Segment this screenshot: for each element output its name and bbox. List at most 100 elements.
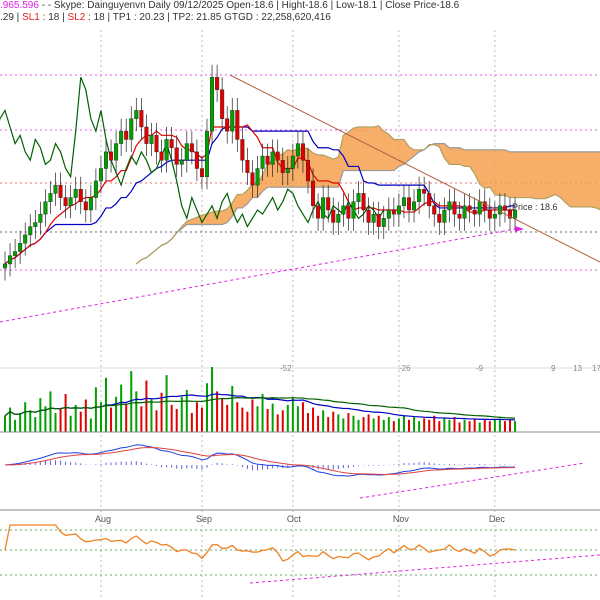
volume-bar xyxy=(382,419,385,432)
volume-bar xyxy=(322,410,325,432)
month-label: Sep xyxy=(196,514,212,524)
candle-body xyxy=(366,209,371,223)
volume-bar xyxy=(377,415,380,432)
volume-bar xyxy=(372,418,375,432)
volume-bar xyxy=(266,408,269,432)
volume-bar xyxy=(120,384,123,432)
volume-bar xyxy=(509,419,511,432)
candle-body xyxy=(43,201,48,215)
volume-bar xyxy=(221,398,224,432)
volume-bar xyxy=(175,408,178,432)
volume-bar xyxy=(448,419,451,432)
candle-body xyxy=(285,168,290,173)
volume-bar xyxy=(498,418,501,432)
candle-body xyxy=(386,209,391,219)
candle-body xyxy=(417,189,422,202)
candle-body xyxy=(114,143,119,161)
candle-body xyxy=(245,159,250,173)
volume-bar xyxy=(402,415,405,432)
volume-bar xyxy=(54,413,57,432)
candle-body xyxy=(351,201,356,219)
candle-body xyxy=(290,155,295,169)
volume-bar xyxy=(327,417,330,432)
volume-bar xyxy=(271,403,274,432)
volume-bar xyxy=(312,407,315,432)
volume-bar xyxy=(135,391,138,432)
volume-bar xyxy=(453,417,456,432)
volume-bar xyxy=(337,414,340,432)
candle-body xyxy=(331,209,336,223)
volume-bar xyxy=(387,417,390,432)
volume-bar xyxy=(291,398,294,432)
volume-bar xyxy=(458,422,461,432)
volume-bar xyxy=(281,410,284,432)
candle-body xyxy=(8,255,13,265)
candle-body xyxy=(225,118,230,132)
candle-body xyxy=(169,139,174,148)
candle-body xyxy=(144,126,149,144)
offset-label: 9 xyxy=(551,364,556,373)
candle-body xyxy=(336,213,341,223)
candle-body xyxy=(275,151,280,161)
volume-bar xyxy=(165,375,168,432)
volume-bar xyxy=(89,418,92,432)
volume-bar xyxy=(170,404,173,432)
volume-bar xyxy=(14,419,17,432)
chart-canvas[interactable]: Price : 18.6 Aug Sep Oct Nov Dec -52 -26 -9 9 13 1… xyxy=(0,0,600,600)
volume-bar xyxy=(84,399,87,432)
volume-bar xyxy=(180,396,183,432)
candle-body xyxy=(174,147,179,165)
volume-bar xyxy=(155,410,158,432)
volume-bar xyxy=(423,418,426,432)
volume-bar xyxy=(59,408,62,432)
chart-window: .965.596 - - Skype: Dainguyenvn Daily 09… xyxy=(0,0,600,600)
volume-bar xyxy=(362,417,365,432)
candle-body xyxy=(396,205,401,215)
volume-bar xyxy=(236,402,239,432)
candle-body xyxy=(300,143,305,161)
candle-body xyxy=(48,193,53,202)
candle-body xyxy=(88,197,93,211)
candle-body xyxy=(452,201,457,215)
candle-body xyxy=(381,218,386,227)
offset-label: -9 xyxy=(476,364,484,373)
candle-body xyxy=(240,139,245,161)
candle-body xyxy=(53,184,58,194)
candle-body xyxy=(58,184,63,198)
volume-bar xyxy=(140,406,143,432)
trendline-up xyxy=(0,228,516,323)
volume-bar xyxy=(79,411,82,432)
volume-bar xyxy=(332,411,335,432)
candle-body xyxy=(139,110,144,128)
volume-bar xyxy=(468,421,471,432)
candle-body xyxy=(502,205,507,211)
candle-body xyxy=(230,110,235,132)
volume-bar xyxy=(261,394,264,432)
volume-bar xyxy=(160,392,163,432)
candle-body xyxy=(432,205,437,215)
candle-body xyxy=(68,197,73,207)
volume-bar xyxy=(24,402,27,432)
candle-body xyxy=(477,201,482,215)
candle-body xyxy=(427,193,432,207)
candle-body xyxy=(321,197,326,219)
volume-bar xyxy=(115,396,118,432)
volume-bar xyxy=(317,415,320,432)
candle-body xyxy=(210,76,215,132)
candle-body xyxy=(341,205,346,215)
volume-panel xyxy=(0,367,600,433)
candle-body xyxy=(215,76,220,90)
candles xyxy=(3,64,518,281)
month-label: Aug xyxy=(95,514,111,524)
macd-line xyxy=(4,444,516,477)
volume-bar xyxy=(64,394,67,432)
candle-body xyxy=(38,213,43,223)
volume-bar xyxy=(29,410,32,432)
volume-bar xyxy=(473,418,476,432)
volume-bar xyxy=(392,421,395,432)
volume-bar xyxy=(145,380,148,432)
candle-body xyxy=(497,205,502,215)
candle-body xyxy=(467,205,472,211)
candle-body xyxy=(18,242,23,252)
candle-body xyxy=(199,168,204,178)
